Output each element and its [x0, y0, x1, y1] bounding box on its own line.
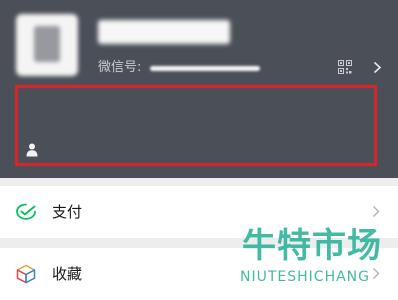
person-icon: [26, 143, 38, 157]
chevron-right-icon: [373, 206, 380, 217]
wechat-pay-icon: [16, 203, 36, 220]
chevron-right-icon[interactable]: [373, 61, 382, 74]
wechat-id-redacted: [150, 66, 260, 71]
section-divider: [0, 178, 398, 186]
menu-item-label: 收藏: [52, 265, 83, 283]
menu-item-label: 支付: [52, 203, 83, 221]
avatar[interactable]: [16, 14, 78, 76]
nickname-redacted: [98, 20, 230, 44]
profile-header[interactable]: 微信号:: [0, 0, 398, 178]
menu-item-favorites[interactable]: 收藏: [0, 248, 398, 300]
favorites-cube-icon: [16, 264, 36, 284]
chevron-right-icon: [373, 268, 380, 279]
qr-code-icon[interactable]: [338, 60, 352, 74]
menu-item-pay[interactable]: 支付: [0, 186, 398, 238]
wechat-id-label: 微信号:: [98, 60, 142, 75]
highlight-box: [15, 85, 377, 166]
